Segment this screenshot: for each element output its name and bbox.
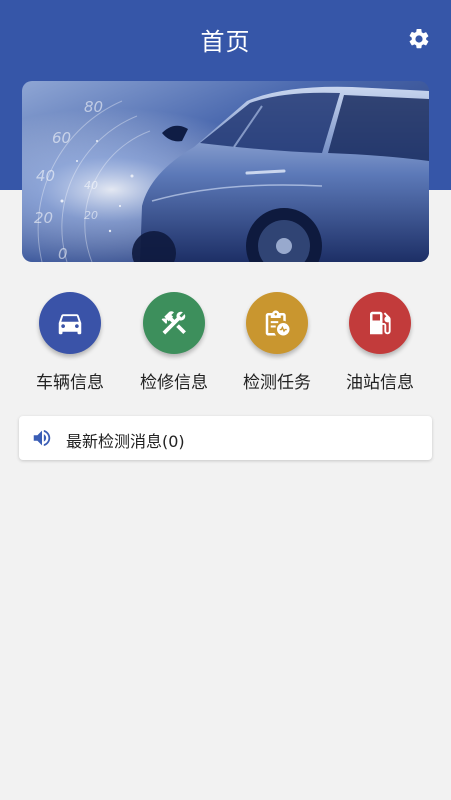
menu-label: 油站信息 [346,373,414,393]
page-title: 首页 [200,28,251,56]
menu-icon-circle [143,292,205,354]
menu-label: 检修信息 [140,373,208,393]
clipboard-icon [265,310,290,336]
banner-image[interactable]: 80 60 40 20 40 20 0 80 100 [22,81,429,262]
car-dashboard-illustration: 80 60 40 20 40 20 0 80 100 [22,81,429,262]
news-label: 最新检测消息(0) [66,432,185,451]
speedometer-number: 40 [36,167,55,185]
speedometer-number: 60 [52,129,71,147]
speaker-icon [33,429,51,447]
speedometer-number: 20 [84,209,98,222]
menu-label: 车辆信息 [36,373,104,393]
tools-icon [161,311,186,335]
fuel-pump-icon [370,311,391,335]
menu-gas-station-info[interactable]: 油站信息 [329,292,429,393]
menu-inspection-task[interactable]: 检测任务 [226,292,326,393]
menu-icon-circle [246,292,308,354]
speedometer-number: 80 [84,98,103,116]
speedometer-number: 0 [58,245,68,262]
speedometer-number: 20 [34,209,53,227]
menu-icon-circle [349,292,411,354]
menu-maintenance-info[interactable]: 检修信息 [123,292,223,393]
menu-vehicle-info[interactable]: 车辆信息 [19,292,119,393]
gear-icon [409,28,429,49]
car-icon [58,314,82,335]
speedometer-number: 40 [84,179,98,192]
latest-inspection-news[interactable]: 最新检测消息(0) [19,416,432,460]
menu-icon-circle [39,292,101,354]
menu-label: 检测任务 [243,373,311,393]
settings-button[interactable] [404,24,434,54]
feature-menu: 车辆信息 检修信息 检测任务 油站信息 [0,292,451,393]
